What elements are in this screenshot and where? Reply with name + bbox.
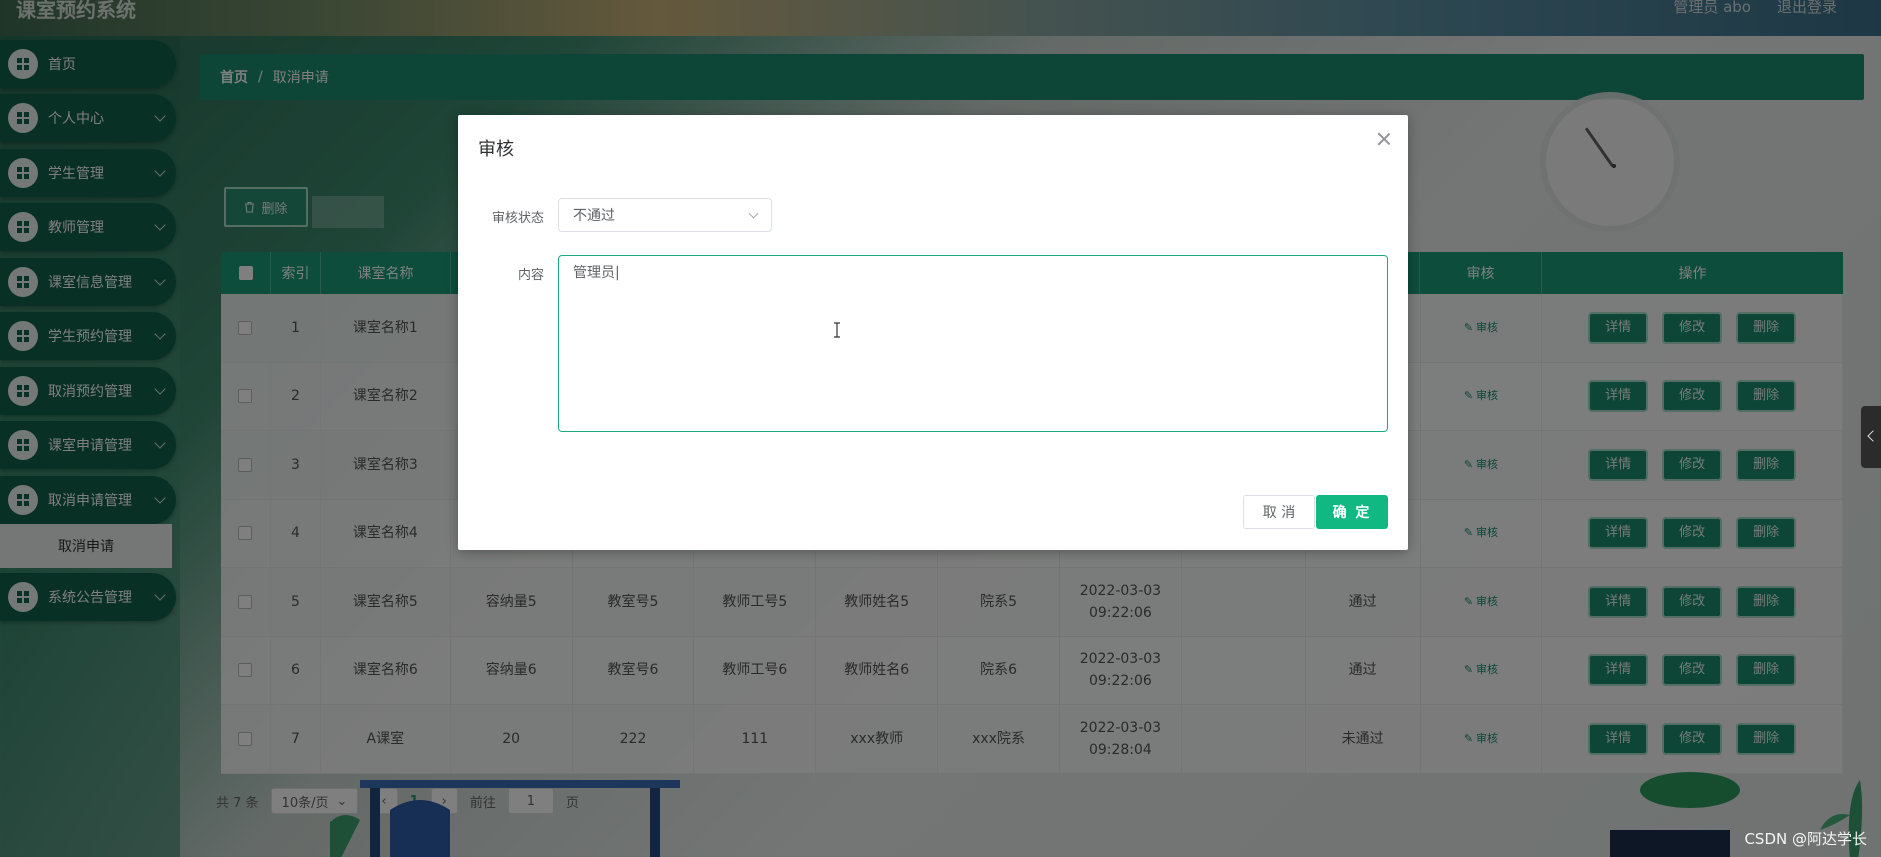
chevron-down-icon: [748, 208, 759, 219]
audit-dialog: 审核 审核状态 不通过 内容 管理员| 取 消 确 定: [458, 115, 1408, 550]
text-cursor-icon: [834, 322, 840, 338]
watermark: CSDN @阿达学长: [1744, 830, 1867, 848]
cancel-button[interactable]: 取 消: [1243, 495, 1315, 529]
status-select-value: 不通过: [573, 208, 615, 224]
dialog-title: 审核: [478, 139, 514, 160]
side-collapse-tab[interactable]: [1861, 406, 1881, 468]
status-label: 审核状态: [491, 211, 544, 226]
content-textarea[interactable]: 管理员|: [558, 255, 1388, 432]
status-select[interactable]: 不通过: [558, 198, 772, 232]
confirm-button[interactable]: 确 定: [1316, 495, 1388, 529]
close-icon[interactable]: [1376, 131, 1392, 147]
content-label: 内容: [517, 268, 544, 283]
